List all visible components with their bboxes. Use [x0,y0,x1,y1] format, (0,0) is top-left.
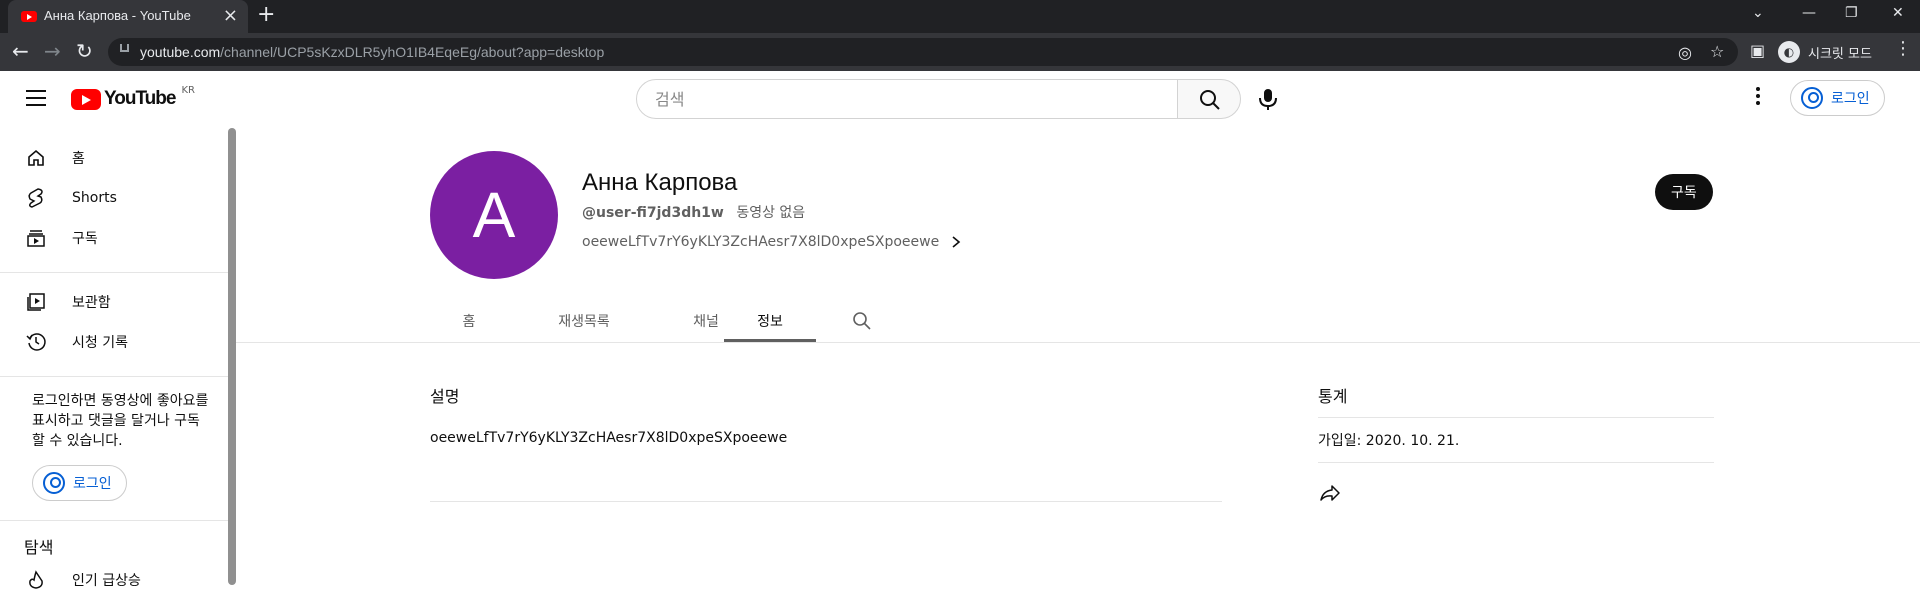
restore-icon[interactable]: ❐ [1845,5,1858,21]
shorts-icon [24,186,48,210]
tab-about[interactable]: 정보 [724,300,816,342]
stats-divider [1318,417,1714,418]
search-icon [853,312,871,330]
channel-avatar: A [430,151,558,279]
sidebar-item-home[interactable]: 홈 [12,138,222,178]
bookmark-star-icon[interactable]: ☆ [1710,42,1724,61]
channel-handle: @user-fi7jd3dh1w [582,205,724,221]
sidebar-item-label: 보관함 [72,295,111,311]
joined-date: 가입일: 2020. 10. 21. [1318,433,1460,449]
browser-tab-strip: Анна Карпова - YouTube × + ⌄ — ❐ ✕ [0,0,1920,33]
subscriptions-icon [24,226,48,250]
channel-description-link[interactable]: oeeweLfTv7rY6yKLY3ZcHAesr7X8lD0xpeSXpoee… [582,234,961,250]
sidebar-scrollbar[interactable] [228,128,236,585]
youtube-masthead: YouTube KR 로그인 [0,71,1920,127]
description-text: oeeweLfTv7rY6yKLY3ZcHAesr7X8lD0xpeSXpoee… [430,430,788,446]
voice-search-button[interactable] [1248,79,1288,119]
sidebar-item-label: 구독 [72,231,98,247]
sidebar-explore-heading: 탐색 [24,538,54,557]
account-icon [43,472,65,494]
sidebar-signin-label: 로그인 [73,476,112,492]
youtube-logo[interactable]: YouTube KR [71,84,195,110]
sidebar-item-label: 시청 기록 [72,335,128,351]
video-count: 동영상 없음 [736,205,806,221]
youtube-wordmark: YouTube [104,88,176,109]
sidebar-item-library[interactable]: 보관함 [12,282,222,322]
account-icon [1801,87,1823,109]
stats-heading: 통계 [1318,387,1348,406]
incognito-label: 시크릿 모드 [1808,46,1872,62]
address-url: youtube.com/channel/UCP5sKzxDLR5yhO1IB4E… [140,44,605,60]
youtube-favicon-icon [21,11,37,22]
sidebar-item-shorts[interactable]: Shorts [12,178,222,218]
chevron-right-icon [952,236,961,248]
close-tab-icon[interactable]: × [223,5,238,26]
sidebar-item-trending[interactable]: 인기 급상승 [12,560,222,600]
history-icon [24,330,48,354]
description-heading: 설명 [430,387,460,406]
microphone-icon [1259,89,1277,110]
sidebar-signin-message: 로그인하면 동영상에 좋아요를 표시하고 댓글을 달거나 구독할 수 있습니다. [32,393,209,449]
tab-search[interactable] [840,300,884,342]
channel-name: Анна Карпова [582,169,738,196]
masthead-signin-button[interactable]: 로그인 [1790,80,1885,116]
incognito-icon: ◐ [1778,41,1800,63]
stats-divider [1318,462,1714,463]
tabs-divider [236,342,1920,343]
forward-icon[interactable]: → [44,39,61,63]
search-button[interactable] [1177,79,1241,119]
tab-playlists[interactable]: 재생목록 [522,300,646,342]
search-box[interactable] [636,79,1178,119]
sidebar-item-history[interactable]: 시청 기록 [12,322,222,362]
guide-sidebar: 홈 Shorts 구독 보관함 시청 기록 로그인하면 동영상에 좋아요를 표시… [0,127,235,589]
browser-toolbar: ← → ↻ youtube.com/channel/UCP5sKzxDLR5yh… [0,33,1920,71]
region-code: KR [181,84,195,96]
channel-description-preview: oeeweLfTv7rY6yKLY3ZcHAesr7X8lD0xpeSXpoee… [582,234,940,250]
sidebar-item-label: Shorts [72,190,117,206]
home-icon [24,146,48,170]
share-icon [1320,485,1340,501]
hamburger-menu-icon[interactable] [26,90,46,111]
browser-menu-icon[interactable]: ⋮ [1894,38,1912,59]
youtube-logo-icon [71,88,101,110]
lock-icon [120,44,129,52]
share-button[interactable] [1318,481,1342,505]
sidebar-divider [0,520,228,521]
incognito-indicator[interactable]: ◐ 시크릿 모드 [1778,39,1872,65]
masthead-signin-label: 로그인 [1831,91,1870,107]
sidebar-item-subscriptions[interactable]: 구독 [12,218,222,258]
description-divider [430,501,1222,502]
reload-icon[interactable]: ↻ [76,39,93,63]
settings-menu-icon[interactable] [1756,87,1760,108]
tab-search-icon[interactable]: ⌄ [1752,5,1764,21]
tab-home[interactable]: 홈 [430,300,508,342]
eye-off-icon[interactable]: ◎ [1678,43,1692,62]
sidebar-item-label: 인기 급상승 [72,573,141,589]
trending-icon [24,568,48,592]
browser-tab[interactable]: Анна Карпова - YouTube × [8,0,248,33]
side-panel-icon[interactable]: ▣ [1750,41,1765,60]
sidebar-signin-button[interactable]: 로그인 [32,465,127,501]
minimize-icon[interactable]: — [1802,5,1816,21]
close-window-icon[interactable]: ✕ [1892,5,1904,21]
sidebar-divider [0,376,228,377]
search-input[interactable] [653,89,1153,110]
library-icon [24,290,48,314]
sidebar-divider [0,272,228,273]
search-icon [1200,90,1220,110]
back-icon[interactable]: ← [12,39,29,63]
channel-meta: @user-fi7jd3dh1w 동영상 없음 [582,202,805,222]
new-tab-icon[interactable]: + [257,2,275,27]
browser-tab-title: Анна Карпова - YouTube [44,8,191,23]
address-bar[interactable]: youtube.com/channel/UCP5sKzxDLR5yhO1IB4E… [108,38,1738,66]
sidebar-item-label: 홈 [72,151,85,167]
subscribe-button[interactable]: 구독 [1655,174,1713,210]
